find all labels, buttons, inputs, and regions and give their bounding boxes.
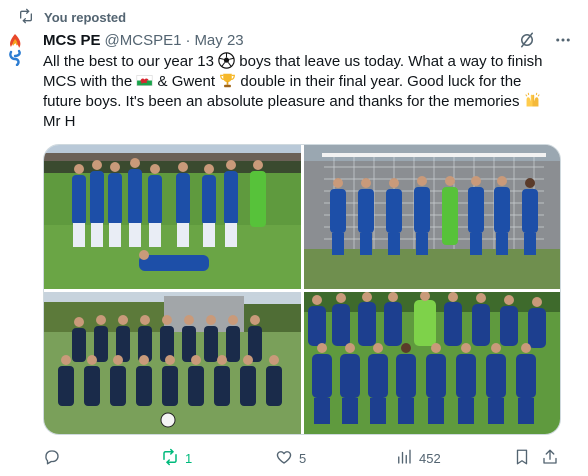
raised-hands-emoji [524,92,541,109]
trophy-emoji [219,72,236,89]
repost-count: 1 [185,450,193,466]
tweet-text-part-3: & Gwent [153,73,220,90]
tweet-text-signature: Mr H [43,113,76,130]
repost-icon [18,8,34,27]
author-name[interactable]: MCS PE [43,32,101,49]
separator-dot: · [185,31,191,49]
media-grid [43,144,561,435]
repost-banner[interactable]: You reposted [18,8,126,26]
wales-flag-emoji [136,72,153,89]
author-handle[interactable]: @MCSPE1 [105,32,182,49]
bookmark-icon [513,448,531,469]
like-count: 5 [299,450,307,466]
repost-banner-text: You reposted [44,9,127,25]
grok-icon[interactable] [518,31,536,49]
bookmark-button[interactable] [513,446,531,470]
views-icon [395,448,413,469]
heart-icon [275,448,293,469]
more-options-icon[interactable] [554,31,572,49]
action-bar: 1 5 452 [43,446,563,470]
soccer-ball-emoji [218,52,235,69]
team-photo-football-goal[interactable] [304,145,560,289]
tweet-date[interactable]: May 23 [194,32,243,49]
avatar[interactable] [6,32,24,67]
team-photo-grass-medals[interactable] [44,145,301,289]
share-button[interactable] [541,446,559,470]
share-icon [541,448,559,469]
reply-button[interactable] [43,446,67,470]
views-button[interactable]: 452 [395,446,441,470]
like-button[interactable]: 5 [275,446,306,470]
repost-icon [161,448,179,469]
tweet-header: MCS PE @MCSPE1 · May 23 [43,30,572,50]
tweet-text: All the best to our year 13 boys that le… [43,52,563,132]
reply-icon [43,448,61,469]
tweet-text-part-1: All the best to our year 13 [43,53,219,70]
team-photo-pitch-huddle[interactable] [304,292,560,434]
team-photo-school-yard[interactable] [44,292,301,434]
repost-button[interactable]: 1 [161,446,192,470]
views-count: 452 [419,450,441,466]
